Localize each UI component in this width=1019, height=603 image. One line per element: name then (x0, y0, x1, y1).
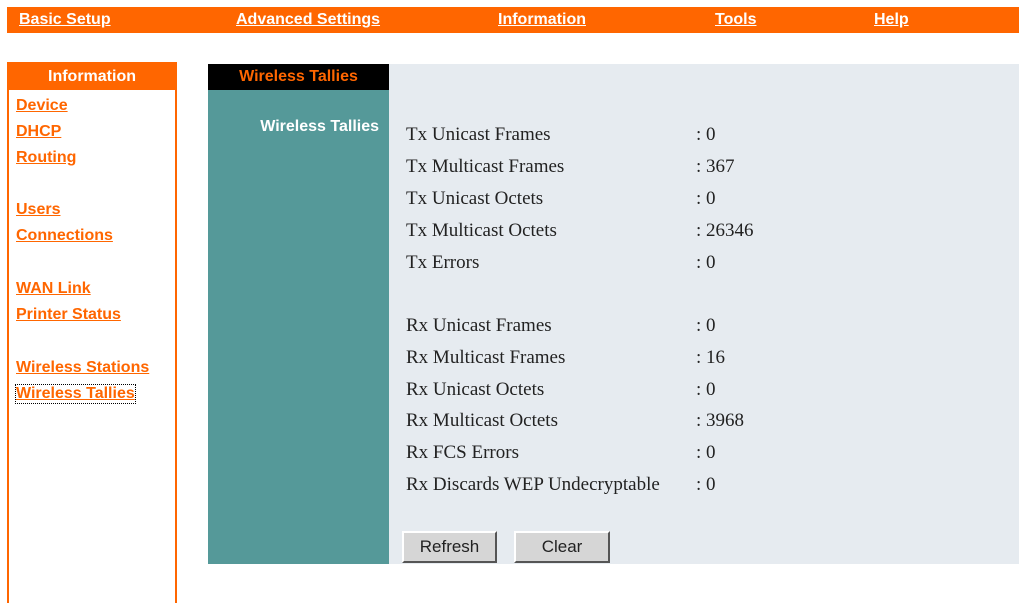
clear-button[interactable]: Clear (514, 531, 610, 563)
sidebar-item-dhcp[interactable]: DHCP (16, 123, 61, 141)
tally-label: Rx FCS Errors (406, 442, 519, 463)
sidebar-item-users[interactable]: Users (16, 201, 60, 219)
sidebar-item-device[interactable]: Device (16, 97, 68, 115)
tally-row: Tx Multicast Octets : 26346 (406, 220, 754, 244)
tally-value: : 0 (696, 124, 716, 145)
tally-row: Tx Unicast Frames : 0 (406, 124, 716, 148)
tally-value: : 0 (696, 442, 716, 463)
tally-value: : 26346 (696, 220, 754, 241)
nav-advanced-settings[interactable]: Advanced Settings (236, 11, 380, 29)
refresh-button[interactable]: Refresh (402, 531, 497, 563)
nav-basic-setup[interactable]: Basic Setup (19, 11, 111, 29)
content-tab-title: Wireless Tallies (208, 64, 389, 90)
tally-row: Rx Multicast Frames : 16 (406, 347, 725, 371)
sidebar-item-printer-status[interactable]: Printer Status (16, 306, 121, 324)
tally-label: Tx Multicast Frames (406, 156, 565, 177)
tally-value: : 16 (696, 347, 726, 368)
sidebar-header: Information (9, 64, 175, 90)
tally-value: : 367 (696, 156, 735, 177)
tally-value: : 0 (696, 188, 716, 209)
sidebar-item-connections[interactable]: Connections (16, 227, 113, 245)
tally-label: Rx Unicast Octets (406, 379, 545, 400)
tally-value: : 0 (696, 474, 716, 495)
sidebar-item-wireless-tallies[interactable]: Wireless Tallies (15, 384, 136, 404)
tally-row: Rx Discards WEP Undecryptable : 0 (406, 474, 716, 498)
tally-row: Tx Errors : 0 (406, 252, 716, 276)
tally-label: Tx Unicast Octets (406, 188, 544, 209)
tally-value: : 3968 (696, 410, 745, 431)
tally-row: Tx Multicast Frames : 367 (406, 156, 735, 180)
tally-label: Tx Unicast Frames (406, 124, 551, 145)
tally-label: Rx Unicast Frames (406, 315, 552, 336)
sidebar-item-wan-link[interactable]: WAN Link (16, 280, 91, 298)
tally-row: Rx Unicast Octets : 0 (406, 379, 716, 403)
tally-row: Rx Multicast Octets : 3968 (406, 410, 744, 434)
sidebar: Information Device DHCP Routing Users Co… (7, 62, 177, 603)
tally-label: Rx Discards WEP Undecryptable (406, 474, 660, 495)
tally-row: Tx Unicast Octets : 0 (406, 188, 716, 212)
tally-row: Rx Unicast Frames : 0 (406, 315, 716, 339)
nav-help[interactable]: Help (874, 11, 909, 29)
tally-label: Rx Multicast Frames (406, 347, 566, 368)
tally-label: Tx Multicast Octets (406, 220, 557, 241)
section-label: Wireless Tallies (260, 118, 379, 135)
section-label-column: Wireless Tallies (208, 90, 389, 564)
tally-value: : 0 (696, 252, 716, 273)
tally-row: Rx FCS Errors : 0 (406, 442, 716, 466)
nav-information[interactable]: Information (498, 11, 586, 29)
top-nav-bar: Basic Setup Advanced Settings Informatio… (7, 7, 1019, 33)
tally-value: : 0 (696, 379, 716, 400)
tallies-panel: Tx Unicast Frames : 0 Tx Multicast Frames… (389, 64, 1019, 564)
tally-value: : 0 (696, 315, 716, 336)
sidebar-item-wireless-stations[interactable]: Wireless Stations (16, 359, 149, 377)
nav-tools[interactable]: Tools (715, 11, 756, 29)
tally-label: Tx Errors (406, 252, 480, 273)
tally-label: Rx Multicast Octets (406, 410, 558, 431)
sidebar-item-routing[interactable]: Routing (16, 149, 76, 167)
